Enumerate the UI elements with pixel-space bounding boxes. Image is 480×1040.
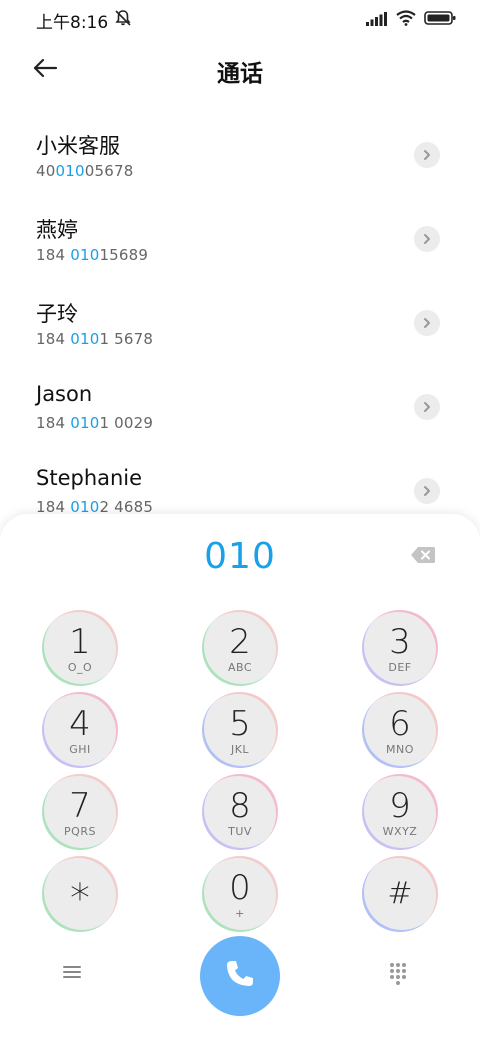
contact-detail-button[interactable]: [414, 142, 440, 168]
number-prefix: 40: [36, 162, 56, 180]
number-suffix: 1 0029: [99, 414, 154, 432]
key-digit: 9: [389, 785, 411, 826]
bottom-action-bar: [0, 936, 480, 1016]
key-8[interactable]: 8 TUV: [202, 774, 278, 850]
key-hash[interactable]: #: [362, 856, 438, 932]
key-9[interactable]: 9 WXYZ: [362, 774, 438, 850]
chevron-right-icon: [422, 482, 432, 501]
contact-detail-button[interactable]: [414, 226, 440, 252]
phone-icon: [223, 957, 257, 995]
key-letters: GHI: [69, 742, 91, 756]
number-prefix: 184: [36, 330, 71, 348]
contact-detail-button[interactable]: [414, 310, 440, 336]
status-bar: 上午8:16: [0, 0, 480, 40]
contact-detail-button[interactable]: [414, 478, 440, 504]
number-prefix: 184: [36, 246, 71, 264]
contact-number: 4001005678: [36, 162, 133, 180]
key-1[interactable]: 1 O_O: [42, 610, 118, 686]
status-left: 上午8:16: [36, 8, 132, 33]
contact-name: Jason: [36, 382, 93, 406]
key-digit: #: [387, 876, 413, 911]
page-title: 通话: [217, 61, 263, 87]
number-match: 010: [70, 330, 100, 348]
contact-name: 子玲: [36, 302, 78, 326]
key-letters: PQRS: [64, 824, 96, 838]
contact-name: 小米客服: [36, 134, 120, 158]
call-button[interactable]: [200, 936, 280, 1016]
contact-number: 184 01015689: [36, 246, 148, 264]
key-digit: 8: [229, 785, 251, 826]
key-digit: 1: [69, 621, 91, 662]
key-digit: 7: [69, 785, 91, 826]
key-letters: MNO: [386, 742, 414, 756]
contact-detail-button[interactable]: [414, 394, 440, 420]
contact-number: 184 0101 0029: [36, 414, 153, 432]
key-digit: *: [70, 876, 90, 922]
key-6[interactable]: 6 MNO: [362, 692, 438, 768]
contact-number: 184 0101 5678: [36, 330, 153, 348]
number-match: 010: [55, 162, 85, 180]
key-3[interactable]: 3 DEF: [362, 610, 438, 686]
backspace-button[interactable]: [410, 546, 440, 568]
signal-icon: [366, 11, 388, 30]
chevron-right-icon: [422, 314, 432, 333]
number-suffix: 15689: [99, 246, 149, 264]
contact-row[interactable]: Jason 184 0101 0029: [0, 370, 480, 454]
bell-off-icon: [114, 9, 132, 32]
header: 通话: [0, 46, 480, 94]
wifi-icon: [396, 10, 416, 30]
contact-row[interactable]: 小米客服 4001005678: [0, 118, 480, 202]
status-time: 上午8:16: [36, 12, 109, 33]
key-letters: JKL: [230, 742, 250, 756]
keypad-icon: [388, 963, 408, 990]
key-digit: 0: [229, 867, 251, 908]
key-letters: +: [235, 906, 245, 920]
number-match: 010: [70, 246, 100, 264]
key-digit: 6: [389, 703, 411, 744]
key-letters: ABC: [227, 660, 253, 674]
key-letters: TUV: [228, 824, 252, 838]
number-suffix: 1 5678: [99, 330, 154, 348]
key-letters: O_O: [67, 660, 93, 674]
contact-name: Stephanie: [36, 466, 143, 490]
key-star[interactable]: *: [42, 856, 118, 932]
key-5[interactable]: 5 JKL: [202, 692, 278, 768]
key-4[interactable]: 4 GHI: [42, 692, 118, 768]
keypad-toggle-button[interactable]: [388, 962, 416, 990]
status-right: [366, 10, 456, 30]
key-digit: 4: [69, 703, 91, 744]
number-suffix: 05678: [84, 162, 134, 180]
key-letters: DEF: [388, 660, 412, 674]
key-0[interactable]: 0 +: [202, 856, 278, 932]
key-2[interactable]: 2 ABC: [202, 610, 278, 686]
key-digit: 5: [229, 703, 251, 744]
contact-name: 燕婷: [36, 218, 78, 242]
key-digit: 3: [389, 621, 411, 662]
backspace-icon: [410, 547, 436, 568]
number-match: 010: [70, 414, 100, 432]
chevron-right-icon: [422, 146, 432, 165]
key-7[interactable]: 7 PQRS: [42, 774, 118, 850]
number-prefix: 184: [36, 414, 71, 432]
key-letters: WXYZ: [382, 824, 418, 838]
menu-button[interactable]: [62, 964, 94, 988]
contact-row[interactable]: 燕婷 184 01015689: [0, 202, 480, 286]
dial-number-display[interactable]: 010: [0, 536, 480, 577]
chevron-right-icon: [422, 230, 432, 249]
key-digit: 2: [229, 621, 251, 662]
battery-icon: [424, 10, 456, 30]
contact-list: 小米客服 4001005678 燕婷 184 01015689 子玲 184 0…: [0, 118, 480, 538]
menu-icon: [62, 965, 82, 984]
contact-row[interactable]: 子玲 184 0101 5678: [0, 286, 480, 370]
chevron-right-icon: [422, 398, 432, 417]
